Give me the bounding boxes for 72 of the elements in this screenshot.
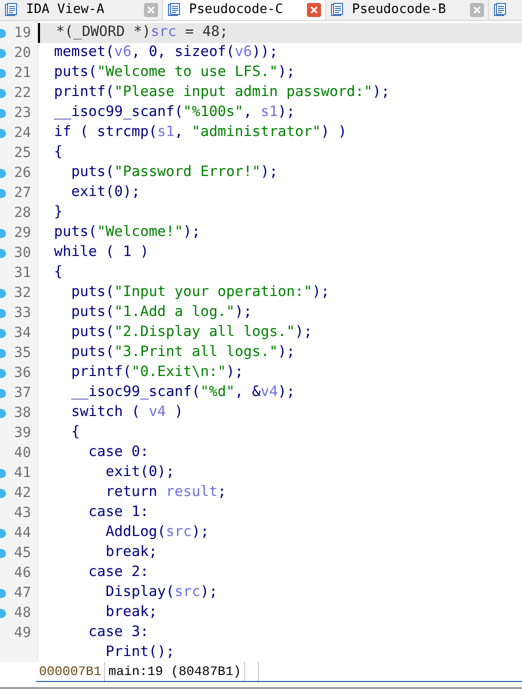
line-number: 19 xyxy=(14,24,32,42)
code-line: puts("1.Add a log."); xyxy=(70,303,253,322)
code-line: exit(0); xyxy=(70,183,142,202)
code-line: puts("3.Print all logs."); xyxy=(70,343,296,362)
code-line: puts("Password Error!"); xyxy=(70,163,279,182)
code-line: case 0: xyxy=(87,443,150,462)
line-number: 48 xyxy=(14,604,32,622)
line-number: 46 xyxy=(14,564,32,582)
line-number: 40 xyxy=(14,444,32,462)
code-line: { xyxy=(70,423,81,442)
code-line: memset(v6, 0, sizeof(v6)); xyxy=(53,43,279,62)
code-line: break; xyxy=(104,603,158,622)
code-line: Print(); xyxy=(104,643,176,662)
code-line: } xyxy=(53,203,64,222)
code-line: puts("Input your operation:"); xyxy=(70,283,330,302)
document-icon xyxy=(167,3,181,17)
close-icon[interactable] xyxy=(307,3,321,17)
line-number: 44 xyxy=(14,524,32,542)
code-line: if ( strcmp(s1, "administrator") ) xyxy=(53,123,348,142)
code-line: exit(0); xyxy=(104,463,176,482)
code-line: case 3: xyxy=(87,623,150,642)
line-number: 41 xyxy=(14,464,32,482)
line-number: 34 xyxy=(14,324,32,342)
code-line: AddLog(src); xyxy=(104,523,210,542)
line-number: 49 xyxy=(14,624,32,642)
line-number: 26 xyxy=(14,164,32,182)
tab[interactable]: Pseudocode-C xyxy=(163,0,326,20)
code-line: printf("0.Exit\n:"); xyxy=(70,363,244,382)
code-line: puts("2.Display all logs."); xyxy=(70,323,314,342)
code-line: { xyxy=(53,263,64,282)
line-number: 21 xyxy=(14,64,32,82)
status-offset: 000007B1 xyxy=(36,662,106,681)
document-icon xyxy=(4,3,18,17)
line-number: 42 xyxy=(14,484,32,502)
line-number: 29 xyxy=(14,224,32,242)
code-line: puts("Welcome to use LFS."); xyxy=(53,63,296,82)
line-number: 35 xyxy=(14,344,32,362)
line-number: 31 xyxy=(14,264,32,282)
code-line: case 1: xyxy=(87,503,150,522)
code-line: switch ( v4 ) xyxy=(70,403,184,422)
line-number: 24 xyxy=(14,124,32,142)
line-number: 20 xyxy=(14,44,32,62)
line-number: 25 xyxy=(14,144,32,162)
line-number: 23 xyxy=(14,104,32,122)
code-line: __isoc99_scanf("%d", &v4); xyxy=(70,383,296,402)
status-location: main:19 (80487B1) xyxy=(105,662,246,681)
close-icon[interactable] xyxy=(144,3,158,17)
line-number: 47 xyxy=(14,584,32,602)
code-line: printf("Please input admin password:"); xyxy=(53,83,391,102)
line-number: 39 xyxy=(14,424,32,442)
line-number: 30 xyxy=(14,244,32,262)
code-line: { xyxy=(53,143,64,162)
document-icon xyxy=(493,3,507,17)
code-line: break; xyxy=(104,543,158,562)
close-icon[interactable] xyxy=(470,3,484,17)
line-number: 32 xyxy=(14,284,32,302)
line-number: 37 xyxy=(14,384,32,402)
code-line: while ( 1 ) xyxy=(53,243,150,262)
code-line: case 2: xyxy=(87,563,150,582)
code-line: return result; xyxy=(104,483,228,502)
line-number: 33 xyxy=(14,304,32,322)
line-number: 45 xyxy=(14,544,32,562)
line-number: 43 xyxy=(14,504,32,522)
code-line: __isoc99_scanf("%100s", s1); xyxy=(53,103,296,122)
line-number: 36 xyxy=(14,364,32,382)
line-number: 22 xyxy=(14,84,32,102)
document-icon xyxy=(330,3,344,17)
line-number: 27 xyxy=(14,184,32,202)
code-line: Display(src); xyxy=(104,583,219,602)
line-number: 28 xyxy=(14,204,32,222)
code-line: puts("Welcome!"); xyxy=(53,223,202,242)
line-number: 38 xyxy=(14,404,32,422)
